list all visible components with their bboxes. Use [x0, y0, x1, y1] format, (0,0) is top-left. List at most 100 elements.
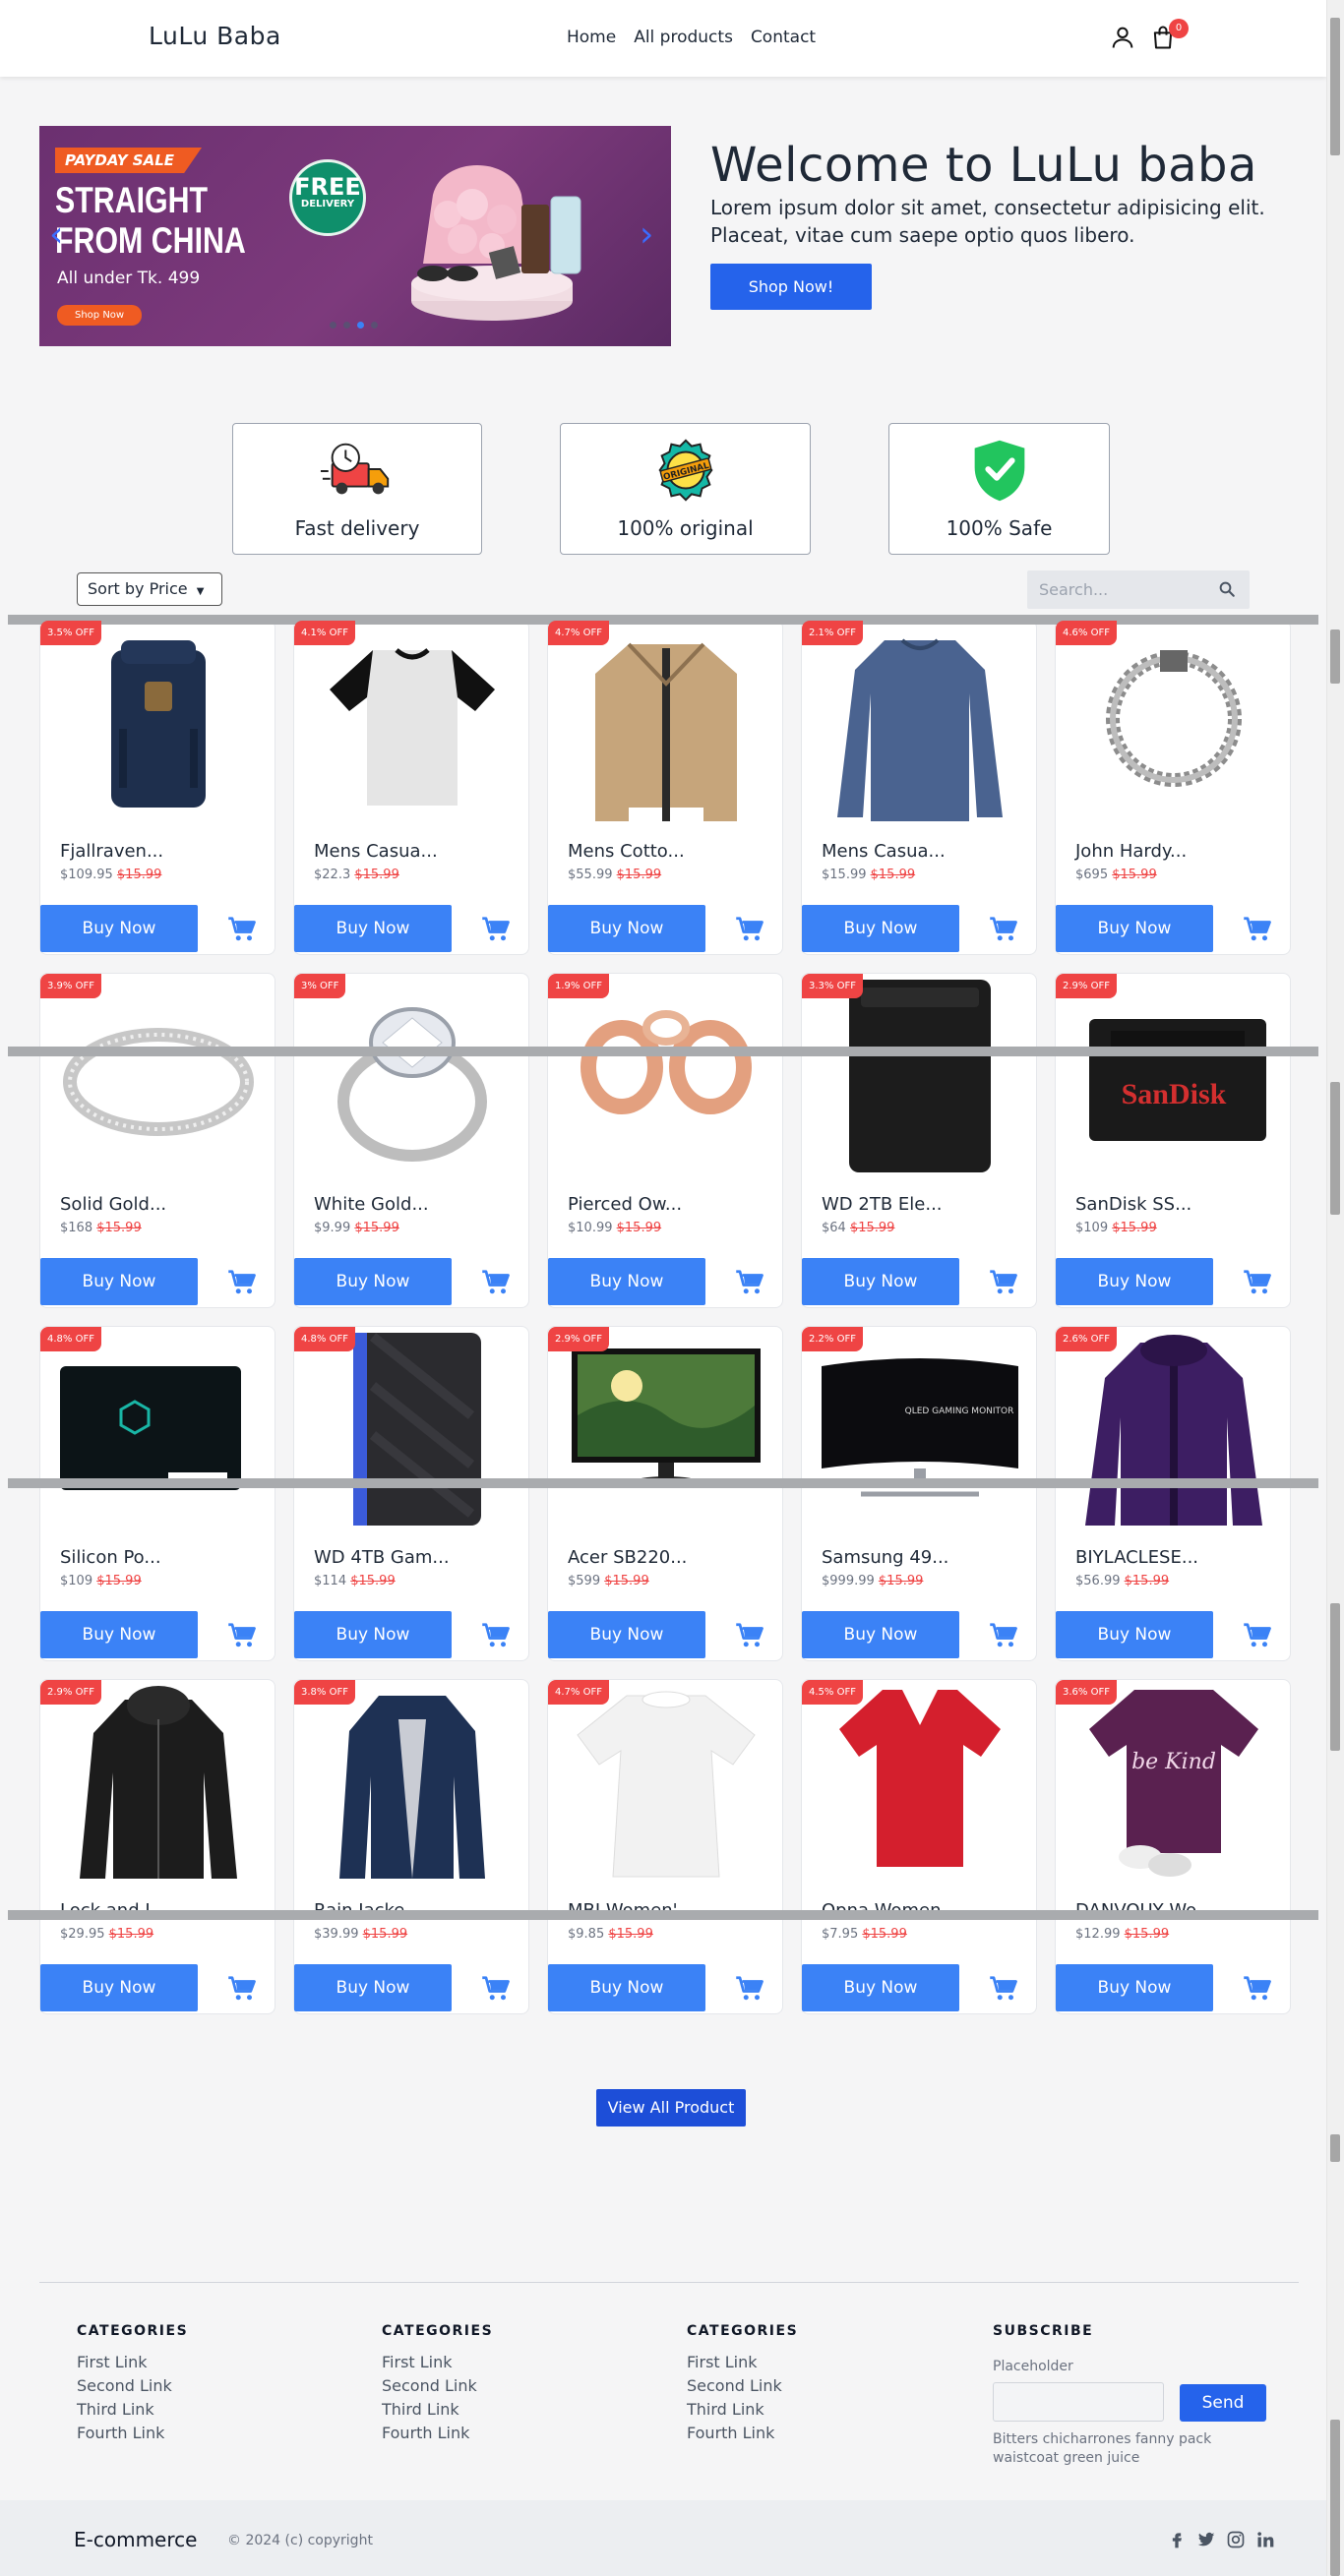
- carousel-dot-active[interactable]: [357, 322, 364, 329]
- product-image[interactable]: [822, 1680, 1018, 1887]
- add-to-cart-icon[interactable]: [1243, 1622, 1272, 1649]
- product-image[interactable]: [314, 974, 511, 1180]
- subscribe-email-input[interactable]: [993, 2382, 1164, 2422]
- scrollbar-thumb[interactable]: [1330, 1082, 1340, 1215]
- product-image[interactable]: [568, 974, 764, 1180]
- add-to-cart-icon[interactable]: [989, 1269, 1018, 1296]
- product-name[interactable]: Silicon Po...: [60, 1547, 161, 1568]
- buy-now-button[interactable]: Buy Now: [294, 1611, 452, 1658]
- twitter-icon[interactable]: [1196, 2530, 1216, 2549]
- add-to-cart-icon[interactable]: [1243, 1975, 1272, 2003]
- buy-now-button[interactable]: Buy Now: [40, 1964, 198, 2011]
- instagram-icon[interactable]: [1226, 2530, 1246, 2549]
- horizontal-scrollbar[interactable]: [8, 615, 1318, 625]
- product-image[interactable]: [568, 621, 764, 827]
- add-to-cart-icon[interactable]: [481, 1269, 511, 1296]
- banner-shop-button[interactable]: Shop Now: [57, 305, 143, 326]
- add-to-cart-icon[interactable]: [989, 1622, 1018, 1649]
- add-to-cart-icon[interactable]: [735, 916, 764, 943]
- buy-now-button[interactable]: Buy Now: [1056, 1611, 1213, 1658]
- shop-now-button[interactable]: Shop Now!: [710, 264, 872, 310]
- product-card[interactable]: 4.1% OFF Mens Casua... $22.3 $15.99 Buy Now: [293, 620, 529, 955]
- product-card[interactable]: 4.8% OFF Silicon Po... $109 $15.99 Buy Now: [39, 1326, 275, 1661]
- footer-link[interactable]: First Link: [382, 2353, 493, 2371]
- add-to-cart-icon[interactable]: [481, 1622, 511, 1649]
- footer-link[interactable]: Third Link: [77, 2400, 188, 2419]
- footer-link[interactable]: Second Link: [687, 2376, 798, 2395]
- product-image[interactable]: [60, 974, 257, 1180]
- buy-now-button[interactable]: Buy Now: [1056, 1258, 1213, 1305]
- subscribe-send-button[interactable]: Send: [1180, 2384, 1266, 2422]
- product-card[interactable]: 2.9% OFFLock and L...$29.95 $15.99Buy No…: [39, 1679, 275, 2014]
- buy-now-button[interactable]: Buy Now: [802, 1258, 959, 1305]
- add-to-cart-icon[interactable]: [989, 916, 1018, 943]
- product-card[interactable]: 3.8% OFFRain Jacke...$39.99 $15.99Buy No…: [293, 1679, 529, 2014]
- product-name[interactable]: Mens Cotto...: [568, 841, 685, 862]
- buy-now-button[interactable]: Buy Now: [40, 1611, 198, 1658]
- buy-now-button[interactable]: Buy Now: [802, 905, 959, 952]
- product-card[interactable]: 4.8% OFF WD 4TB Gam... $114 $15.99 Buy Now: [293, 1326, 529, 1661]
- product-name[interactable]: SanDisk SS...: [1075, 1194, 1191, 1215]
- add-to-cart-icon[interactable]: [1243, 1269, 1272, 1296]
- product-name[interactable]: Fjallraven...: [60, 841, 163, 862]
- footer-link[interactable]: Third Link: [382, 2400, 493, 2419]
- buy-now-button[interactable]: Buy Now: [548, 905, 705, 952]
- horizontal-scrollbar[interactable]: [8, 1478, 1318, 1488]
- carousel-dot[interactable]: [330, 322, 336, 329]
- buy-now-button[interactable]: Buy Now: [548, 1964, 705, 2011]
- buy-now-button[interactable]: Buy Now: [548, 1258, 705, 1305]
- product-name[interactable]: Mens Casua...: [314, 841, 438, 862]
- scrollbar-thumb[interactable]: [1330, 1603, 1340, 1751]
- add-to-cart-icon[interactable]: [735, 1975, 764, 2003]
- add-to-cart-icon[interactable]: [227, 1622, 257, 1649]
- buy-now-button[interactable]: Buy Now: [294, 1964, 452, 2011]
- carousel-dot[interactable]: [343, 322, 350, 329]
- product-image[interactable]: [822, 621, 1018, 827]
- add-to-cart-icon[interactable]: [989, 1975, 1018, 2003]
- buy-now-button[interactable]: Buy Now: [294, 1258, 452, 1305]
- buy-now-button[interactable]: Buy Now: [548, 1611, 705, 1658]
- product-name[interactable]: Samsung 49...: [822, 1547, 948, 1568]
- product-image[interactable]: [314, 1327, 511, 1533]
- product-image[interactable]: [568, 1680, 764, 1887]
- product-name[interactable]: BIYLACLESE...: [1075, 1547, 1198, 1568]
- horizontal-scrollbar[interactable]: [8, 1047, 1318, 1056]
- product-name[interactable]: Acer SB220...: [568, 1547, 687, 1568]
- footer-link[interactable]: Fourth Link: [382, 2424, 493, 2442]
- product-card[interactable]: 2.1% OFF Mens Casua... $15.99 $15.99 Buy No…: [801, 620, 1037, 955]
- search-input[interactable]: Search...: [1027, 570, 1250, 609]
- product-image[interactable]: [822, 974, 1018, 1180]
- product-card[interactable]: 4.7% OFF Mens Cotto... $55.99 $15.99 Buy No…: [547, 620, 783, 955]
- product-image[interactable]: [60, 1680, 257, 1887]
- footer-link[interactable]: Fourth Link: [77, 2424, 188, 2442]
- view-all-products-button[interactable]: View All Product: [596, 2089, 746, 2127]
- product-image[interactable]: be Kind: [1075, 1680, 1272, 1887]
- add-to-cart-icon[interactable]: [735, 1622, 764, 1649]
- footer-link[interactable]: First Link: [77, 2353, 188, 2371]
- product-card[interactable]: 3.3% OFF WD 2TB Ele... $64 $15.99 Buy Now: [801, 973, 1037, 1308]
- sort-select[interactable]: Sort by Price ▼: [77, 572, 222, 606]
- product-image[interactable]: [314, 1680, 511, 1887]
- product-name[interactable]: WD 4TB Gam...: [314, 1547, 450, 1568]
- carousel-dots[interactable]: [330, 322, 378, 329]
- add-to-cart-icon[interactable]: [481, 916, 511, 943]
- buy-now-button[interactable]: Buy Now: [40, 1258, 198, 1305]
- product-name[interactable]: White Gold...: [314, 1194, 429, 1215]
- footer-link[interactable]: Fourth Link: [687, 2424, 798, 2442]
- footer-link[interactable]: First Link: [687, 2353, 798, 2371]
- product-name[interactable]: Pierced Ow...: [568, 1194, 682, 1215]
- scrollbar-thumb[interactable]: [1330, 2420, 1340, 2576]
- product-image[interactable]: [60, 1327, 257, 1533]
- scrollbar-thumb[interactable]: [1330, 2134, 1340, 2162]
- add-to-cart-icon[interactable]: [227, 1975, 257, 2003]
- buy-now-button[interactable]: Buy Now: [294, 905, 452, 952]
- page-scrollbar[interactable]: [1326, 0, 1344, 2576]
- product-image[interactable]: [1075, 1327, 1272, 1533]
- product-image[interactable]: QLED GAMING MONITOR: [822, 1327, 1018, 1533]
- product-card[interactable]: 4.6% OFF John Hardy... $695 $15.99 Buy Now: [1055, 620, 1291, 955]
- user-icon[interactable]: [1109, 24, 1136, 51]
- product-card[interactable]: 2.9% OFF SanDisk SanDisk SS... $109 $15.99 B…: [1055, 973, 1291, 1308]
- product-card[interactable]: 3.5% OFF Fjallraven... $109.95 $15.99 Buy N…: [39, 620, 275, 955]
- search-icon[interactable]: [1218, 580, 1236, 598]
- hero-banner-carousel[interactable]: PAYDAY SALE STRAIGHT FROM CHINA All unde…: [39, 126, 671, 346]
